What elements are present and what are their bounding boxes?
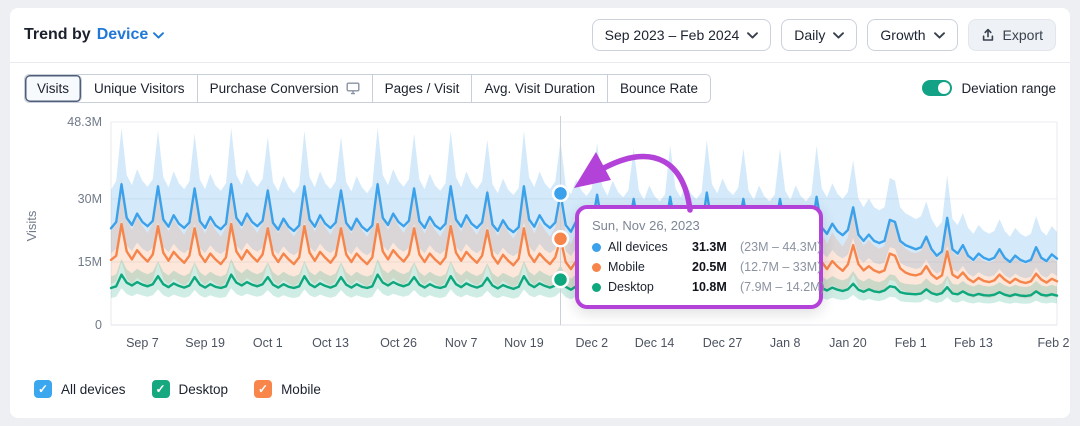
y-axis-title: Visits	[24, 210, 39, 241]
x-axis-tick: Sep 7	[126, 336, 159, 350]
series-dot-mobile	[592, 263, 601, 272]
tooltip-row-desktop: Desktop 10.8M (7.9M – 14.2M)	[592, 280, 811, 294]
metric-mode-label: Growth	[880, 27, 925, 43]
legend-label: All devices	[61, 382, 126, 397]
monitor-icon	[346, 82, 360, 95]
tooltip-series-range: (7.9M – 14.2M)	[740, 280, 825, 294]
tooltip-series-value: 20.5M	[692, 260, 740, 274]
chart-area: 48.3M 30M 15M 0 Sep 7 Sep 19 Oct 1 Oct 13 Oct 26…	[10, 108, 1070, 358]
export-icon	[981, 28, 995, 42]
tab-unique-visitors[interactable]: Unique Visitors	[82, 75, 198, 102]
tooltip-series-range: (23M – 44.3M)	[740, 240, 821, 254]
tab-label: Avg. Visit Duration	[484, 81, 595, 96]
x-axis-tick: Dec 2	[575, 336, 608, 350]
legend-label: Mobile	[281, 382, 321, 397]
toggle-knob	[938, 82, 950, 94]
y-axis-tick: 15M	[78, 255, 102, 269]
metric-tabs: Visits Unique Visitors Purchase Conversi…	[24, 74, 711, 103]
card: Trend by Device Sep 2023 – Feb 2024 Dail…	[10, 8, 1070, 418]
legend-label: Desktop	[179, 382, 229, 397]
granularity-dropdown[interactable]: Daily	[781, 19, 857, 51]
device-dropdown-label: Device	[97, 26, 149, 44]
x-axis-tick: Sep 19	[185, 336, 225, 350]
title-prefix: Trend by	[24, 26, 91, 44]
tab-label: Pages / Visit	[385, 81, 460, 96]
tooltip-series-value: 31.3M	[692, 240, 740, 254]
series-dot-all-devices	[592, 243, 601, 252]
visits-trend-chart[interactable]: 48.3M 30M 15M 0 Sep 7 Sep 19 Oct 1 Oct 13 Oct 26…	[10, 108, 1070, 358]
tooltip-series-value: 10.8M	[692, 280, 740, 294]
x-axis-tick: Jan 8	[770, 336, 801, 350]
tooltip-series-range: (12.7M – 33M)	[740, 260, 821, 274]
legend-all-devices[interactable]: ✓ All devices	[34, 380, 126, 398]
highlight-dot-all-devices	[553, 186, 568, 201]
tab-avg-visit-duration[interactable]: Avg. Visit Duration	[472, 75, 608, 102]
x-axis-tick: Dec 27	[703, 336, 743, 350]
chevron-down-icon	[934, 32, 945, 39]
granularity-label: Daily	[794, 27, 825, 43]
x-axis-tick: Nov 19	[504, 336, 544, 350]
tab-purchase-conversion[interactable]: Purchase Conversion	[198, 75, 373, 102]
chevron-down-icon	[747, 32, 758, 39]
x-axis-tick: Oct 26	[380, 336, 417, 350]
deviation-range-control: Deviation range	[922, 80, 1056, 96]
date-range-dropdown[interactable]: Sep 2023 – Feb 2024	[592, 19, 772, 51]
checkbox-desktop[interactable]: ✓	[152, 380, 170, 398]
tab-label: Visits	[37, 81, 69, 96]
checkbox-mobile[interactable]: ✓	[254, 380, 272, 398]
x-axis-tick: Oct 1	[253, 336, 283, 350]
chart-tooltip: Sun, Nov 26, 2023 All devices 31.3M (23M…	[575, 205, 823, 309]
tab-visits[interactable]: Visits	[25, 75, 82, 102]
x-axis-tick: Nov 7	[445, 336, 478, 350]
chevron-down-icon	[153, 32, 164, 39]
x-axis-tick: Feb 13	[954, 336, 993, 350]
header-controls: Sep 2023 – Feb 2024 Daily Growth	[592, 19, 1056, 51]
x-axis-tick: Oct 13	[312, 336, 349, 350]
series-dot-desktop	[592, 283, 601, 292]
deviation-range-toggle[interactable]	[922, 80, 952, 96]
export-label: Export	[1003, 27, 1043, 43]
tooltip-series-label: Desktop	[608, 280, 692, 294]
legend-desktop[interactable]: ✓ Desktop	[152, 380, 229, 398]
tab-pages-per-visit[interactable]: Pages / Visit	[373, 75, 473, 102]
header: Trend by Device Sep 2023 – Feb 2024 Dail…	[10, 8, 1070, 63]
tab-bounce-rate[interactable]: Bounce Rate	[608, 75, 710, 102]
date-range-label: Sep 2023 – Feb 2024	[605, 27, 740, 43]
tooltip-row-mobile: Mobile 20.5M (12.7M – 33M)	[592, 260, 811, 274]
device-dropdown[interactable]: Device	[97, 26, 165, 44]
tab-label: Unique Visitors	[94, 81, 185, 96]
chart-legend: ✓ All devices ✓ Desktop ✓ Mobile	[34, 380, 321, 398]
metric-mode-dropdown[interactable]: Growth	[867, 19, 957, 51]
checkbox-all-devices[interactable]: ✓	[34, 380, 52, 398]
trend-by-device-panel: Trend by Device Sep 2023 – Feb 2024 Dail…	[0, 0, 1080, 426]
y-axis-tick: 30M	[78, 192, 102, 206]
legend-mobile[interactable]: ✓ Mobile	[254, 380, 321, 398]
highlight-dot-desktop	[553, 272, 568, 287]
tab-label: Purchase Conversion	[210, 81, 339, 96]
x-axis-tick: Feb 1	[895, 336, 927, 350]
metric-toolbar: Visits Unique Visitors Purchase Conversi…	[24, 72, 1056, 104]
x-axis-tick: Dec 14	[635, 336, 675, 350]
y-axis-tick: 48.3M	[67, 115, 102, 129]
x-axis-tick: Feb 29	[1038, 336, 1070, 350]
tooltip-series-label: Mobile	[608, 260, 692, 274]
chevron-down-icon	[833, 32, 844, 39]
export-button[interactable]: Export	[968, 19, 1056, 51]
tooltip-series-label: All devices	[608, 240, 692, 254]
page-title: Trend by Device	[24, 26, 164, 44]
tooltip-row-all-devices: All devices 31.3M (23M – 44.3M)	[592, 240, 811, 254]
tooltip-date: Sun, Nov 26, 2023	[592, 218, 811, 233]
x-axis-tick: Jan 20	[829, 336, 867, 350]
tab-label: Bounce Rate	[620, 81, 698, 96]
highlight-dot-mobile	[553, 231, 568, 246]
deviation-range-label: Deviation range	[961, 81, 1056, 96]
y-axis-tick: 0	[95, 318, 102, 332]
